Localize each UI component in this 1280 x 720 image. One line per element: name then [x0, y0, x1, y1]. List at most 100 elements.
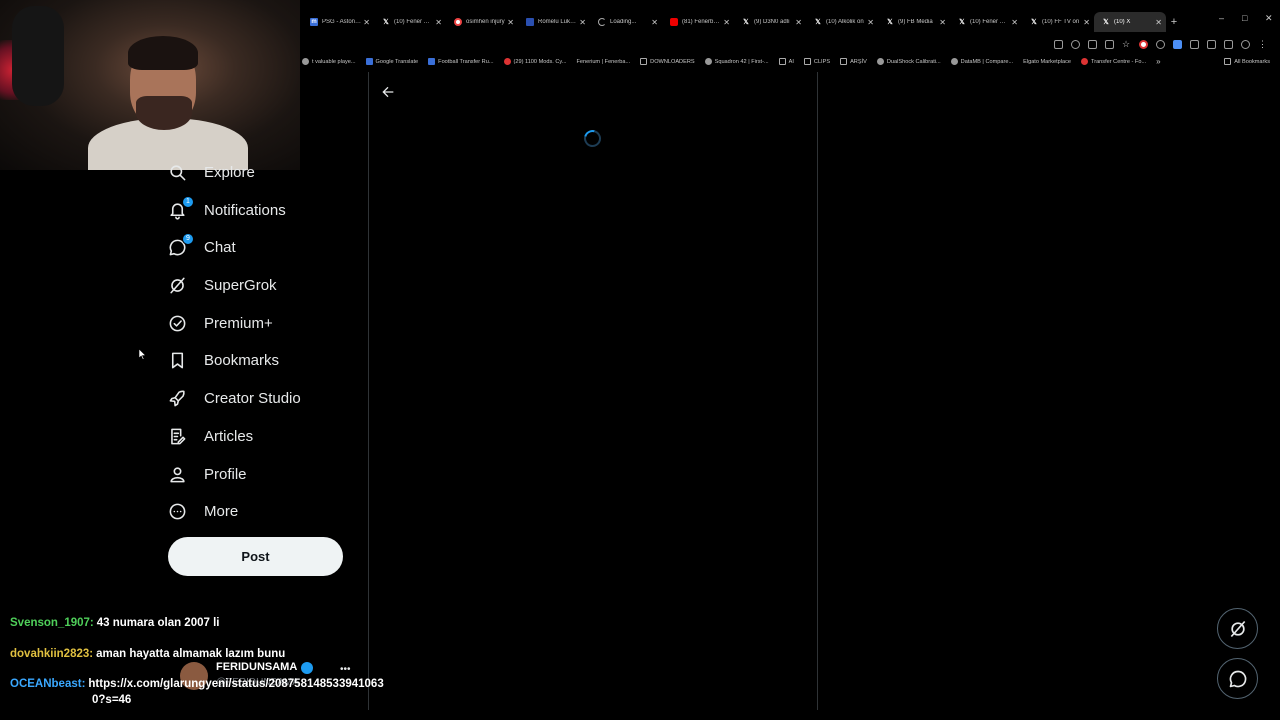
browser-tab[interactable]: Romelu Lukaku ✕	[518, 12, 590, 32]
install-app-icon[interactable]	[1088, 39, 1097, 49]
chat-message: OCEANbeast: https://x.com/glarungyeni/sta…	[10, 678, 384, 690]
share-icon[interactable]	[1105, 39, 1114, 49]
tab-title: (10) Fener Ajans	[394, 19, 433, 25]
browser-tab[interactable]: 𝕏 (10) FF TV on ✕	[1022, 12, 1094, 32]
browser-tab[interactable]: m PSG - Aston Villa✕	[302, 12, 374, 32]
grok-icon	[170, 277, 185, 293]
bookmarks-bar: t valuable playe... Google Translate Footb…	[302, 55, 1280, 68]
bookmark-item[interactable]: DataMB | Compare...	[950, 58, 1017, 65]
tab-favicon-icon	[454, 18, 462, 26]
nav-item-explore[interactable]: Explore	[168, 154, 255, 190]
browser-tab[interactable]: Loading... ✕	[590, 12, 662, 32]
extensions-puzzle-icon[interactable]	[1207, 39, 1216, 49]
tab-favicon-icon	[670, 18, 678, 26]
bookmark-star-icon[interactable]: ☆	[1122, 39, 1131, 49]
more-dots-icon[interactable]: •••	[340, 664, 351, 675]
bookmark-label: Transfer Centre - Fo...	[1091, 58, 1147, 65]
browser-tab[interactable]: 𝕏 (10) Alkolik on ✕	[806, 12, 878, 32]
folder-icon	[640, 58, 648, 65]
tab-close-icon[interactable]: ✕	[651, 18, 658, 27]
tab-close-icon[interactable]: ✕	[939, 18, 946, 27]
zoom-icon[interactable]	[1071, 39, 1080, 49]
browser-tab[interactable]: osimhen injury ✕	[446, 12, 518, 32]
tab-close-icon[interactable]: ✕	[363, 18, 370, 27]
nav-item-more[interactable]: More	[168, 493, 238, 529]
bookmark-item[interactable]: DualShock Calibrati...	[876, 58, 945, 65]
nav-label: Premium+	[204, 314, 273, 332]
all-bookmarks-button[interactable]: All Bookmarks	[1224, 58, 1280, 65]
bookmark-label: (29) 1100 Mods. Cy...	[513, 58, 567, 65]
bookmark-item[interactable]: DOWNLOADERS	[640, 58, 698, 65]
tab-favicon-icon: 𝕏	[887, 19, 893, 26]
maximize-window-icon[interactable]: □	[1242, 13, 1247, 23]
bookmark-favicon-icon	[503, 58, 511, 65]
notification-badge: 1	[182, 196, 194, 208]
tab-title: osimhen injury	[466, 19, 505, 25]
tab-close-icon[interactable]: ✕	[507, 18, 514, 27]
extension-blue-icon[interactable]	[1173, 39, 1182, 49]
tab-close-icon[interactable]: ✕	[723, 18, 730, 27]
bookmark-label: DOWNLOADERS	[650, 58, 695, 65]
bookmark-item[interactable]: Transfer Centre - Fo...	[1081, 58, 1150, 65]
column-divider-left	[368, 72, 369, 710]
chat-username: Svenson_1907:	[10, 617, 94, 629]
bookmark-favicon-icon	[428, 58, 436, 65]
browser-tab[interactable]: 𝕏 (10) Fener Ajans✕	[374, 12, 446, 32]
bookmark-label: Squadron 42 | First-...	[714, 58, 769, 65]
bookmark-item[interactable]: ARŞİV	[840, 58, 871, 65]
post-button[interactable]: Post	[168, 537, 343, 576]
tab-favicon-icon: 𝕏	[959, 19, 965, 26]
chat-text: https://x.com/glarungyeni/status/2087581…	[88, 678, 384, 690]
nav-item-supergrok[interactable]: SuperGrok	[168, 267, 277, 303]
bookmark-item[interactable]: CLIPS	[803, 58, 834, 65]
tab-close-icon[interactable]: ✕	[795, 18, 802, 27]
tab-close-icon[interactable]: ✕	[579, 18, 586, 27]
nav-item-bookmarks[interactable]: Bookmarks	[168, 342, 279, 378]
bookmark-favicon-icon	[950, 58, 958, 65]
tab-close-icon[interactable]: ✕	[867, 18, 874, 27]
bookmark-item[interactable]: t valuable playe...	[302, 58, 360, 65]
browser-tab[interactable]: 𝕏 (9) FB Media ✕	[878, 12, 950, 32]
extension-red-icon[interactable]	[1139, 39, 1148, 49]
chat-message: dovahkiin2823: aman hayatta almamak lazım…	[10, 648, 285, 660]
bookmarks-overflow-icon[interactable]: »	[1156, 57, 1160, 66]
browser-tab[interactable]: 𝕏 (10) Fener Ajans✕	[950, 12, 1022, 32]
bookmark-item[interactable]: (29) 1100 Mods. Cy...	[503, 58, 571, 65]
browser-tab[interactable]: 𝕏 (9) D3N0 adlı ✕	[734, 12, 806, 32]
tab-close-icon[interactable]: ✕	[435, 18, 442, 27]
nav-item-articles[interactable]: Articles	[168, 418, 253, 454]
back-arrow-icon[interactable]	[380, 84, 396, 100]
media-control-icon[interactable]	[1224, 39, 1233, 49]
nav-item-premium[interactable]: Premium+	[168, 305, 273, 341]
browser-menu-icon[interactable]: ⋮	[1258, 39, 1267, 49]
tab-favicon-icon: 𝕏	[815, 19, 821, 26]
close-window-icon[interactable]: ✕	[1265, 13, 1273, 24]
nav-item-creator-studio[interactable]: Creator Studio	[168, 380, 301, 416]
translate-icon[interactable]	[1054, 39, 1063, 49]
nav-item-notifications[interactable]: Notifications 1	[168, 192, 286, 228]
tab-title: Romelu Lukaku	[538, 19, 578, 25]
browser-tab[interactable]: (81) Fenerbahçe✕	[662, 12, 734, 32]
bookmark-item[interactable]: Football Transfer Ru...	[428, 58, 497, 65]
tab-close-icon[interactable]: ✕	[1011, 18, 1018, 27]
extension-dot-icon[interactable]	[1156, 39, 1165, 49]
grok-floating-button[interactable]	[1217, 608, 1258, 649]
bookmark-item[interactable]: Squadron 42 | First-...	[704, 58, 773, 65]
chat-floating-button[interactable]	[1217, 658, 1258, 699]
bookmark-item[interactable]: Fenerium | Fenerba...	[576, 59, 634, 65]
bookmark-item[interactable]: Elgato Marketplace	[1023, 59, 1075, 65]
nav-item-chat[interactable]: Chat 9	[168, 229, 236, 265]
nav-item-profile[interactable]: Profile	[168, 456, 247, 492]
bookmark-favicon-icon	[1081, 58, 1088, 65]
tab-close-icon[interactable]: ✕	[1083, 18, 1090, 27]
tab-favicon-icon: m	[310, 18, 318, 26]
browser-tab-strip: mPSG - Aston Villa✕𝕏(10) Fener Ajans✕osi…	[302, 12, 1280, 32]
tab-close-icon[interactable]: ✕	[1155, 18, 1162, 27]
bookmark-item[interactable]: Google Translate	[365, 58, 423, 65]
extension-print-icon[interactable]	[1190, 39, 1199, 49]
minimize-window-icon[interactable]: –	[1219, 13, 1224, 23]
bookmark-item[interactable]: AI	[778, 58, 798, 65]
new-tab-icon[interactable]: +	[1166, 16, 1182, 28]
profile-avatar-icon[interactable]	[1241, 39, 1250, 49]
browser-tab[interactable]: 𝕏 (10) X ✕	[1094, 12, 1166, 32]
